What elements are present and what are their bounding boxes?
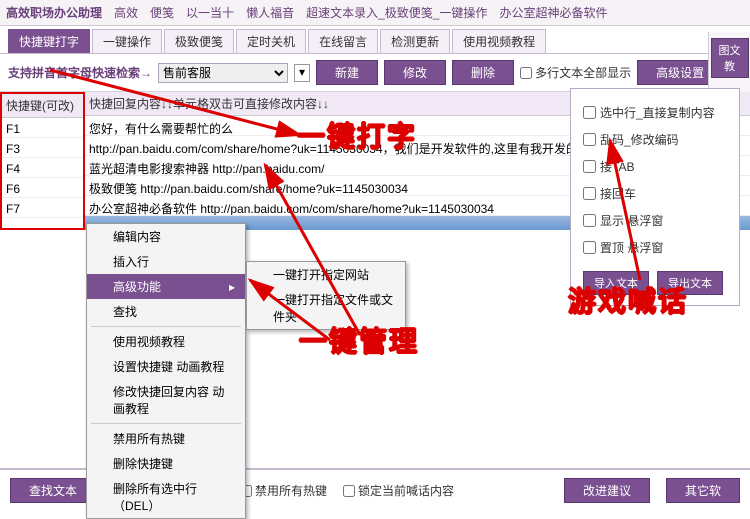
menubar: 高效职场办公助理 高效 便笺 以一当十 懒人福音 超速文本录入_极致便笺_一键操… [0, 0, 750, 26]
tab-message[interactable]: 在线留言 [308, 29, 378, 53]
context-submenu: 一键打开指定网站 一键打开指定文件或文件夹 [246, 261, 406, 330]
find-text-button[interactable]: 查找文本 [10, 478, 96, 503]
menu-item[interactable]: 懒人福音 [246, 4, 294, 21]
multiline-checkbox[interactable]: 多行文本全部显示 [520, 64, 631, 81]
menu-item[interactable]: 以一当十 [186, 4, 234, 21]
hotkey-cell[interactable]: F1 [2, 118, 83, 138]
ctx-advanced[interactable]: 高级功能▸ [87, 274, 245, 299]
advanced-panel: 选中行_直接复制内容 乱码_修改编码 接TAB 接回车 显示 悬浮窗 置顶 悬浮… [570, 88, 740, 306]
ctx-mod-anim[interactable]: 修改快捷回复内容 动画教程 [87, 379, 245, 421]
tabbar: 快捷键打字 一键操作 极致便笺 定时关机 在线留言 检测更新 使用视频教程 [0, 26, 750, 54]
tab-update[interactable]: 检测更新 [380, 29, 450, 53]
toolbar: 支持拼音首字母快速检索→ 售前客服 ▾ 新建 修改 删除 多行文本全部显示 高级… [0, 54, 750, 92]
chevron-right-icon: ▸ [229, 280, 235, 294]
opt-enter[interactable]: 接回车 [583, 180, 727, 207]
lock-content-checkbox[interactable]: 锁定当前喊话内容 [343, 482, 454, 499]
opt-encoding[interactable]: 乱码_修改编码 [583, 126, 727, 153]
ctx-del-hotkey[interactable]: 删除快捷键 [87, 451, 245, 476]
menu-item[interactable]: 便笺 [150, 4, 174, 21]
ctx-find[interactable]: 查找 [87, 299, 245, 324]
menu-item[interactable]: 高效职场办公助理 [6, 4, 102, 21]
separator [91, 423, 241, 424]
ctx-video[interactable]: 使用视频教程 [87, 329, 245, 354]
context-menu: 编辑内容 插入行 高级功能▸ 查找 使用视频教程 设置快捷键 动画教程 修改快捷… [86, 223, 246, 519]
hotkey-cell[interactable]: F6 [2, 178, 83, 198]
tab-oneclick[interactable]: 一键操作 [92, 29, 162, 53]
ctx-del-rows[interactable]: 删除所有选中行（DEL） [87, 476, 245, 518]
sub-open-site[interactable]: 一键打开指定网站 [247, 262, 405, 287]
delete-button[interactable]: 删除 [452, 60, 514, 85]
other-software-button[interactable]: 其它软 [666, 478, 740, 503]
menu-item[interactable]: 高效 [114, 4, 138, 21]
hotkey-cell[interactable]: F3 [2, 138, 83, 158]
ctx-disable[interactable]: 禁用所有热键 [87, 426, 245, 451]
opt-top[interactable]: 置顶 悬浮窗 [583, 234, 727, 261]
tab-video[interactable]: 使用视频教程 [452, 29, 546, 53]
tab-hotkey-typing[interactable]: 快捷键打字 [8, 29, 90, 53]
new-button[interactable]: 新建 [316, 60, 378, 85]
ctx-insert[interactable]: 插入行 [87, 249, 245, 274]
dropdown-arrow-icon[interactable]: ▾ [294, 64, 310, 82]
export-button[interactable]: 导出文本 [657, 271, 723, 295]
ctx-set-anim[interactable]: 设置快捷键 动画教程 [87, 354, 245, 379]
hotkey-column: 快捷键(可改) F1 F3 F4 F6 F7 [0, 92, 85, 230]
edit-button[interactable]: 修改 [384, 60, 446, 85]
search-label: 支持拼音首字母快速检索→ [8, 64, 152, 81]
suggest-button[interactable]: 改进建议 [564, 478, 650, 503]
ctx-edit[interactable]: 编辑内容 [87, 224, 245, 249]
separator [91, 326, 241, 327]
tab-notes[interactable]: 极致便笺 [164, 29, 234, 53]
hotkey-cell[interactable]: F7 [2, 198, 83, 218]
search-select[interactable]: 售前客服 [158, 63, 288, 83]
hotkey-cell[interactable]: F4 [2, 158, 83, 178]
disable-hotkeys-checkbox[interactable]: 禁用所有热键 [240, 482, 327, 499]
sub-open-file[interactable]: 一键打开指定文件或文件夹 [247, 287, 405, 329]
tab-shutdown[interactable]: 定时关机 [236, 29, 306, 53]
import-button[interactable]: 导入文本 [583, 271, 649, 295]
opt-float[interactable]: 显示 悬浮窗 [583, 207, 727, 234]
menu-item[interactable]: 办公室超神必备软件 [499, 4, 607, 21]
hotkey-header: 快捷键(可改) [2, 94, 83, 118]
menu-item[interactable]: 超速文本录入_极致便笺_一键操作 [306, 4, 487, 21]
opt-tab[interactable]: 接TAB [583, 153, 727, 180]
opt-copy[interactable]: 选中行_直接复制内容 [583, 99, 727, 126]
image-tutorial-button[interactable]: 图文教 [711, 38, 749, 78]
